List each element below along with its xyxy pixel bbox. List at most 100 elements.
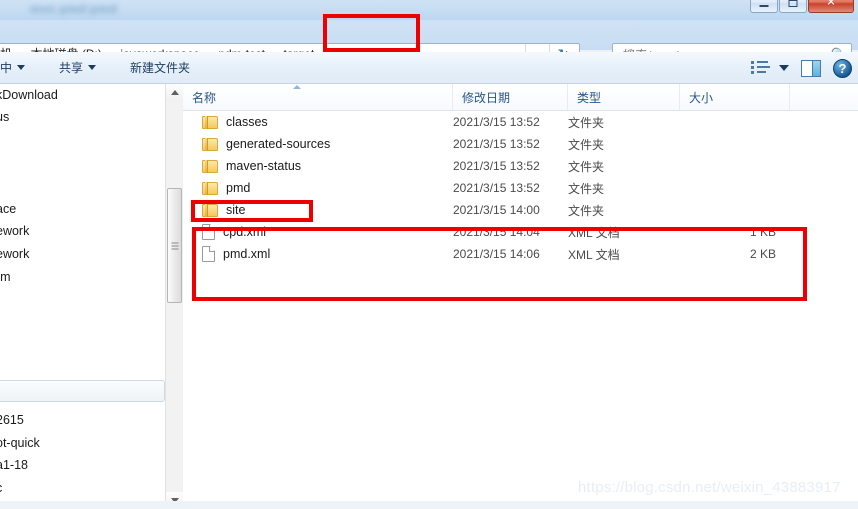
table-row[interactable]: classes 2021/3/15 13:52 文件夹 — [183, 111, 858, 133]
column-header-label: 类型 — [577, 90, 602, 105]
column-header-name[interactable]: 名称 — [183, 84, 453, 110]
file-name-label: classes — [226, 115, 268, 129]
sidebar-item-1[interactable]: us — [0, 110, 9, 124]
file-name-cell: site — [183, 203, 453, 217]
file-name-cell: maven-status — [183, 159, 453, 173]
toolbar-item-include-library[interactable]: 中 — [0, 56, 31, 80]
file-date-cell: 2021/3/15 14:04 — [453, 225, 540, 239]
sidebar-item-5[interactable]: rm — [0, 270, 11, 284]
file-name-label: pmd.xml — [223, 247, 271, 261]
toolbar-item-label: 共享 — [59, 61, 84, 75]
file-size-cell: 1 KB — [749, 225, 776, 239]
file-date-cell: 2021/3/15 14:06 — [453, 247, 540, 261]
watermark: https://blog.csdn.net/weixin_43883917 — [578, 479, 841, 496]
window-bottom-strip — [0, 501, 858, 509]
toolbar-item-share[interactable]: 共享 — [53, 56, 102, 80]
column-header-type[interactable]: 类型 — [568, 84, 680, 110]
table-row[interactable]: generated-sources 2021/3/15 13:52 文件夹 — [183, 133, 858, 155]
title-bar: mvn pmd:pmd ✕ — [0, 0, 858, 20]
navigation-pane: kDownload us ace ework ework rm 2615 ot-… — [0, 84, 182, 509]
file-type-cell: XML 文档 — [568, 247, 620, 262]
file-size-cell: 2 KB — [749, 247, 776, 261]
view-options-button[interactable] — [751, 60, 789, 76]
sidebar-item-7[interactable]: ot-quick — [0, 436, 40, 450]
column-header-label: 名称 — [192, 90, 217, 105]
folder-icon — [202, 203, 218, 217]
file-date-cell: 2021/3/15 13:52 — [453, 115, 540, 129]
file-type-cell: XML 文档 — [568, 225, 620, 240]
chevron-down-icon — [88, 65, 97, 70]
navigation-pane-scrollbar[interactable] — [165, 84, 183, 509]
table-row[interactable]: pmd.xml 2021/3/15 14:06 XML 文档 2 KB — [183, 243, 858, 265]
sidebar-item-2[interactable]: ace — [0, 202, 16, 216]
sidebar-item-6[interactable]: 2615 — [0, 413, 24, 427]
file-name-label: generated-sources — [226, 137, 331, 151]
file-name-cell: pmd.xml — [183, 246, 453, 262]
file-type-cell: 文件夹 — [568, 203, 605, 218]
column-header-size[interactable]: 大小 — [680, 84, 790, 110]
preview-pane-button[interactable] — [801, 59, 821, 77]
file-type-cell: 文件夹 — [568, 137, 605, 152]
sort-ascending-icon — [293, 85, 301, 89]
file-date-cell: 2021/3/15 13:52 — [453, 137, 540, 151]
table-row[interactable]: maven-status 2021/3/15 13:52 文件夹 — [183, 155, 858, 177]
window-controls: ✕ — [750, 0, 854, 13]
window-title: mvn pmd:pmd — [30, 2, 118, 16]
toolbar-right-group: ? — [751, 52, 852, 84]
column-header-date[interactable]: 修改日期 — [453, 84, 568, 110]
sidebar-item-4[interactable]: ework — [0, 247, 29, 261]
table-row[interactable]: cpd.xml 2021/3/15 14:04 XML 文档 1 KB — [183, 221, 858, 243]
sidebar-item-3[interactable]: ework — [0, 224, 29, 238]
file-type-cell: 文件夹 — [568, 159, 605, 174]
help-button[interactable]: ? — [833, 58, 852, 78]
file-date-cell: 2021/3/15 13:52 — [453, 159, 540, 173]
file-type-cell: 文件夹 — [568, 181, 605, 196]
column-headers: 名称 修改日期 类型 大小 — [183, 84, 858, 111]
command-toolbar: 中 共享 新建文件夹 ? — [0, 52, 858, 84]
xml-file-icon — [202, 246, 215, 262]
file-name-cell: classes — [183, 115, 453, 129]
file-name-label: cpd.xml — [223, 225, 267, 239]
file-list-panel: 名称 修改日期 类型 大小 classes 2021/3/15 13:52 文件… — [183, 84, 858, 509]
chevron-down-icon — [779, 65, 789, 71]
column-header-label: 大小 — [689, 90, 714, 105]
file-name-cell: cpd.xml — [183, 224, 453, 240]
scrollbar-thumb[interactable] — [167, 188, 182, 303]
file-name-label: maven-status — [226, 159, 302, 173]
minimize-button[interactable] — [750, 0, 778, 13]
chevron-up-icon — [170, 90, 179, 95]
file-date-cell: 2021/3/15 14:00 — [453, 203, 540, 217]
navigation-bar: 机 ▸ 本地磁盘 (D:) ▸ javaworkspace ▸ pdm-test… — [0, 20, 858, 66]
maximize-button[interactable] — [779, 0, 807, 13]
help-icon: ? — [838, 60, 847, 76]
sidebar-group-header[interactable] — [0, 380, 165, 402]
file-date-cell: 2021/3/15 13:52 — [453, 181, 540, 195]
file-name-label: site — [226, 203, 246, 217]
folder-icon — [202, 181, 218, 195]
view-options-icon — [751, 60, 771, 76]
sidebar-item-0[interactable]: kDownload — [0, 88, 58, 102]
close-button[interactable]: ✕ — [808, 0, 854, 13]
folder-icon — [202, 115, 218, 129]
file-name-label: pmd — [226, 181, 251, 195]
file-name-cell: generated-sources — [183, 137, 453, 151]
table-row[interactable]: pmd 2021/3/15 13:52 文件夹 — [183, 177, 858, 199]
file-rows: classes 2021/3/15 13:52 文件夹 generated-so… — [183, 111, 858, 265]
table-row[interactable]: site 2021/3/15 14:00 文件夹 — [183, 199, 858, 221]
sidebar-item-8[interactable]: a1-18 — [0, 458, 28, 472]
toolbar-item-label: 中 — [0, 61, 13, 75]
explorer-window: mvn pmd:pmd ✕ 机 ▸ 本地磁盘 (D:) ▸ javaworksp… — [0, 0, 858, 509]
file-type-cell: 文件夹 — [568, 115, 605, 130]
column-header-label: 修改日期 — [462, 90, 511, 105]
scroll-up-button[interactable] — [166, 84, 183, 101]
file-name-cell: pmd — [183, 181, 453, 195]
chevron-down-icon — [17, 65, 26, 70]
sidebar-item-9[interactable]: c — [0, 481, 2, 495]
toolbar-item-label: 新建文件夹 — [130, 61, 191, 75]
xml-file-icon — [202, 224, 215, 240]
folder-icon — [202, 137, 218, 151]
folder-icon — [202, 159, 218, 173]
toolbar-item-new-folder[interactable]: 新建文件夹 — [124, 56, 196, 80]
close-icon: ✕ — [826, 0, 836, 9]
grip-icon — [171, 242, 178, 249]
